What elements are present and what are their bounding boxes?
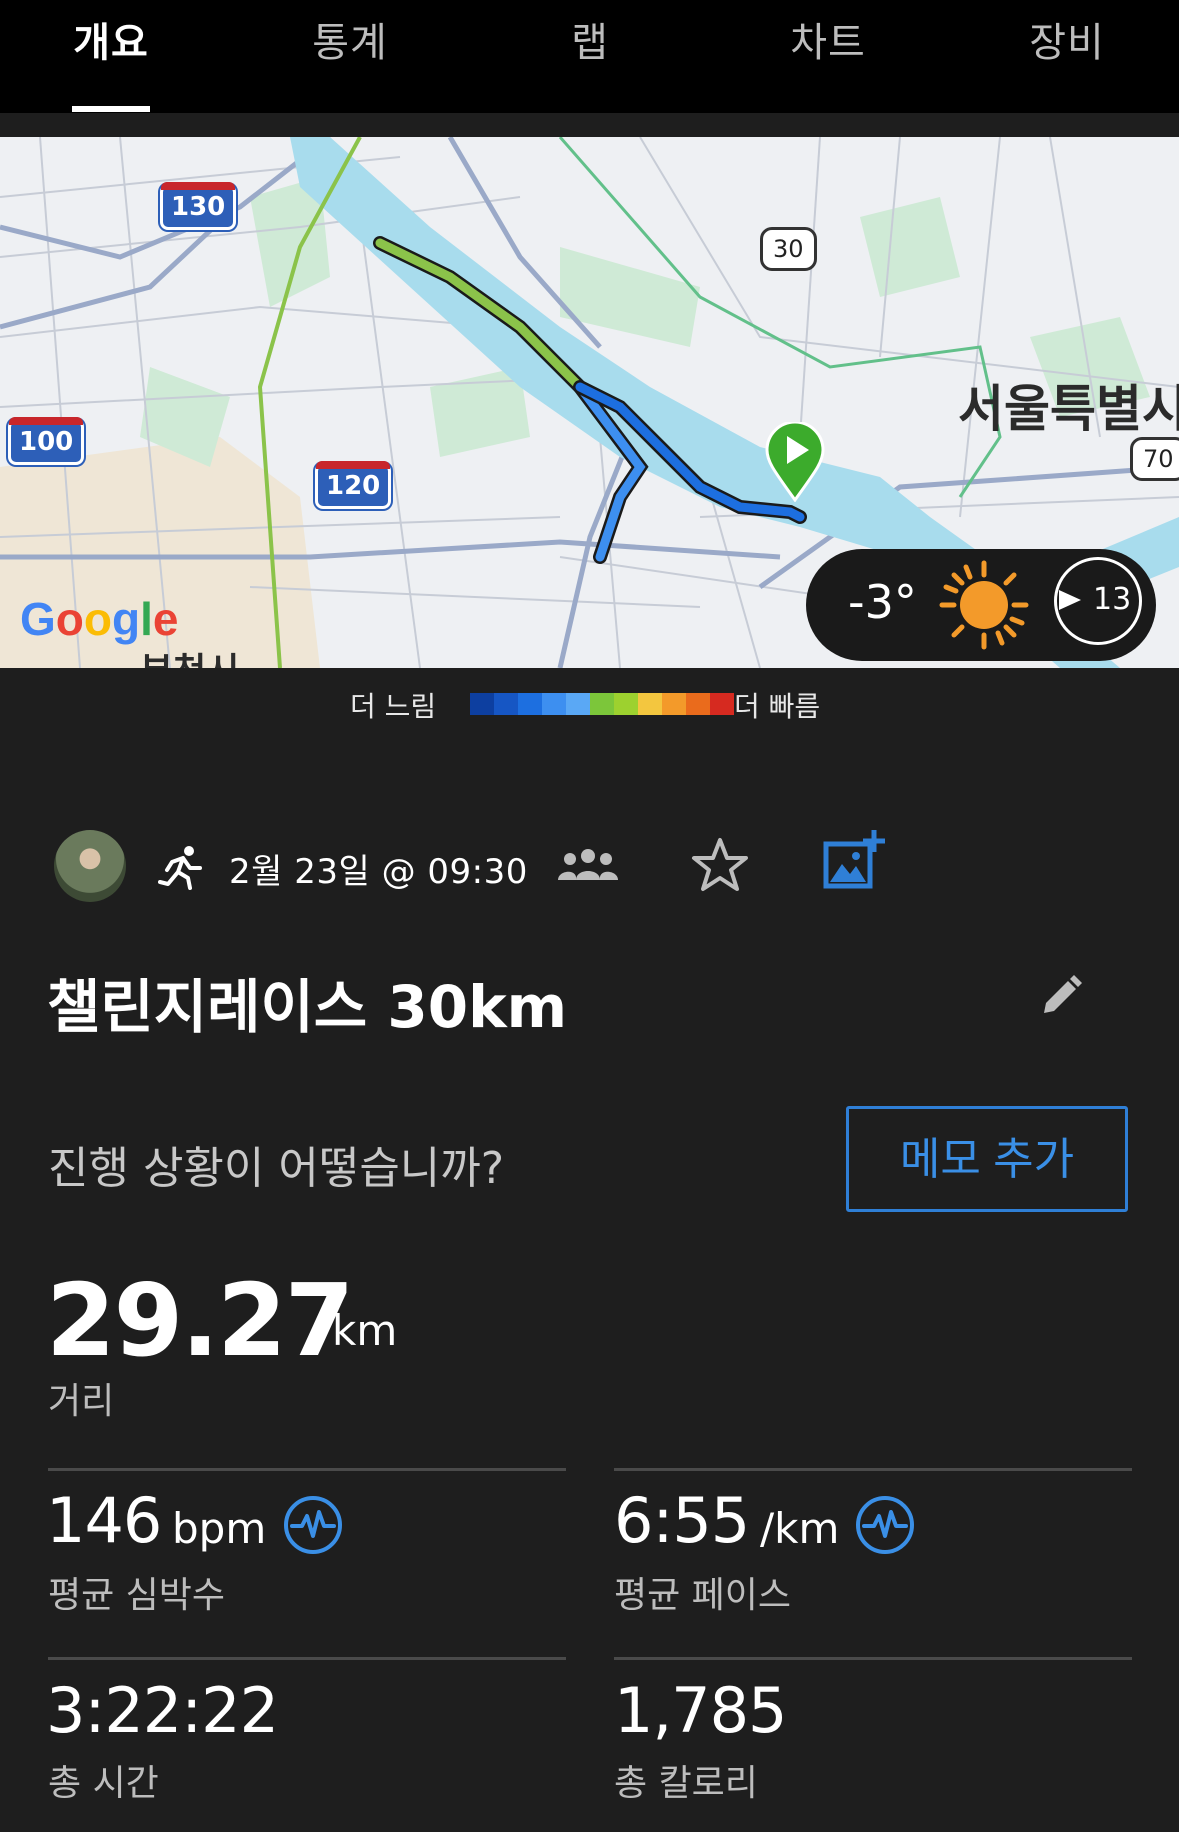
tab-overview[interactable]: 개요 <box>31 10 191 68</box>
avg-heart-rate-unit: bpm <box>172 1504 267 1553</box>
legend-color-swatch <box>470 693 494 715</box>
avg-pace-label: 평균 페이스 <box>614 1575 792 1616</box>
activity-title: 챌린지레이스 30km <box>47 973 568 1041</box>
divider <box>614 1468 1132 1471</box>
divider <box>48 1657 566 1660</box>
avg-heart-rate-value: 146 <box>46 1484 162 1557</box>
avg-pace-unit: /km <box>760 1504 840 1553</box>
route-map[interactable]: 130 100 120 30 70 서울특별시 부천시 Google -3° 1… <box>0 137 1179 668</box>
active-tab-indicator <box>72 106 150 112</box>
google-logo: Google <box>20 593 179 645</box>
legend-color-swatch <box>638 693 662 715</box>
legend-color-swatch <box>710 693 734 715</box>
sun-icon <box>939 560 1029 650</box>
legend-color-swatch <box>686 693 710 715</box>
route-shield-70: 70 <box>1130 437 1179 481</box>
legend-color-swatch <box>662 693 686 715</box>
pace-zone-icon[interactable] <box>854 1494 916 1556</box>
total-time-label: 총 시간 <box>48 1763 159 1804</box>
legend-color-swatch <box>566 693 590 715</box>
running-icon <box>158 846 202 890</box>
legend-color-swatch <box>518 693 542 715</box>
tab-charts[interactable]: 차트 <box>748 10 908 68</box>
total-calories-label: 총 칼로리 <box>614 1763 758 1804</box>
wind-speed-value: 13 <box>1093 582 1132 617</box>
tab-bar: 개요 통계 랩 차트 장비 <box>0 0 1179 113</box>
notes-prompt: 진행 상황이 어떻습니까? <box>48 1143 505 1194</box>
legend-fast-label: 더 빠름 <box>734 690 821 723</box>
wind-direction-icon <box>1059 590 1081 610</box>
route-shield-30: 30 <box>760 227 817 271</box>
avg-heart-rate-label: 평균 심박수 <box>48 1575 226 1616</box>
start-marker-icon <box>765 422 825 502</box>
divider <box>48 1468 566 1471</box>
avg-pace-value: 6:55 <box>614 1484 750 1557</box>
group-icon[interactable] <box>558 848 618 882</box>
map-city-label-seoul: 서울특별시 <box>958 380 1179 438</box>
add-memo-button[interactable]: 메모 추가 <box>846 1106 1128 1212</box>
pace-legend: 더 느림 더 빠름 <box>0 683 1179 723</box>
tab-spacer <box>0 113 1179 137</box>
activity-meta-row: 2월 23일 @ 09:30 <box>0 828 1179 904</box>
tab-laps[interactable]: 랩 <box>510 10 670 68</box>
wind-indicator: 13 <box>1054 557 1142 645</box>
distance-value: 29.27 <box>46 1262 354 1379</box>
pace-color-scale <box>470 693 734 715</box>
divider <box>614 1657 1132 1660</box>
avatar[interactable] <box>54 830 126 902</box>
total-time-value: 3:22:22 <box>46 1674 279 1747</box>
legend-color-swatch <box>494 693 518 715</box>
legend-slow-label: 더 느림 <box>350 690 437 723</box>
star-icon[interactable] <box>690 836 750 894</box>
distance-label: 거리 <box>48 1381 115 1422</box>
weather-badge: -3° 13 <box>806 549 1156 661</box>
activity-date: 2월 23일 @ 09:30 <box>229 852 528 892</box>
heart-rate-zone-icon[interactable] <box>282 1494 344 1556</box>
add-photo-icon[interactable] <box>822 828 886 892</box>
edit-icon[interactable] <box>1040 975 1082 1017</box>
legend-color-swatch <box>542 693 566 715</box>
highway-shield-120: 120 <box>315 461 392 509</box>
tab-gear[interactable]: 장비 <box>987 10 1147 68</box>
total-calories-value: 1,785 <box>614 1674 787 1747</box>
legend-color-swatch <box>614 693 638 715</box>
distance-unit: km <box>332 1306 398 1355</box>
highway-shield-100: 100 <box>8 417 85 465</box>
highway-shield-130: 130 <box>160 182 237 230</box>
legend-color-swatch <box>590 693 614 715</box>
temperature-value: -3° <box>848 575 917 629</box>
tab-stats[interactable]: 통계 <box>270 10 430 68</box>
